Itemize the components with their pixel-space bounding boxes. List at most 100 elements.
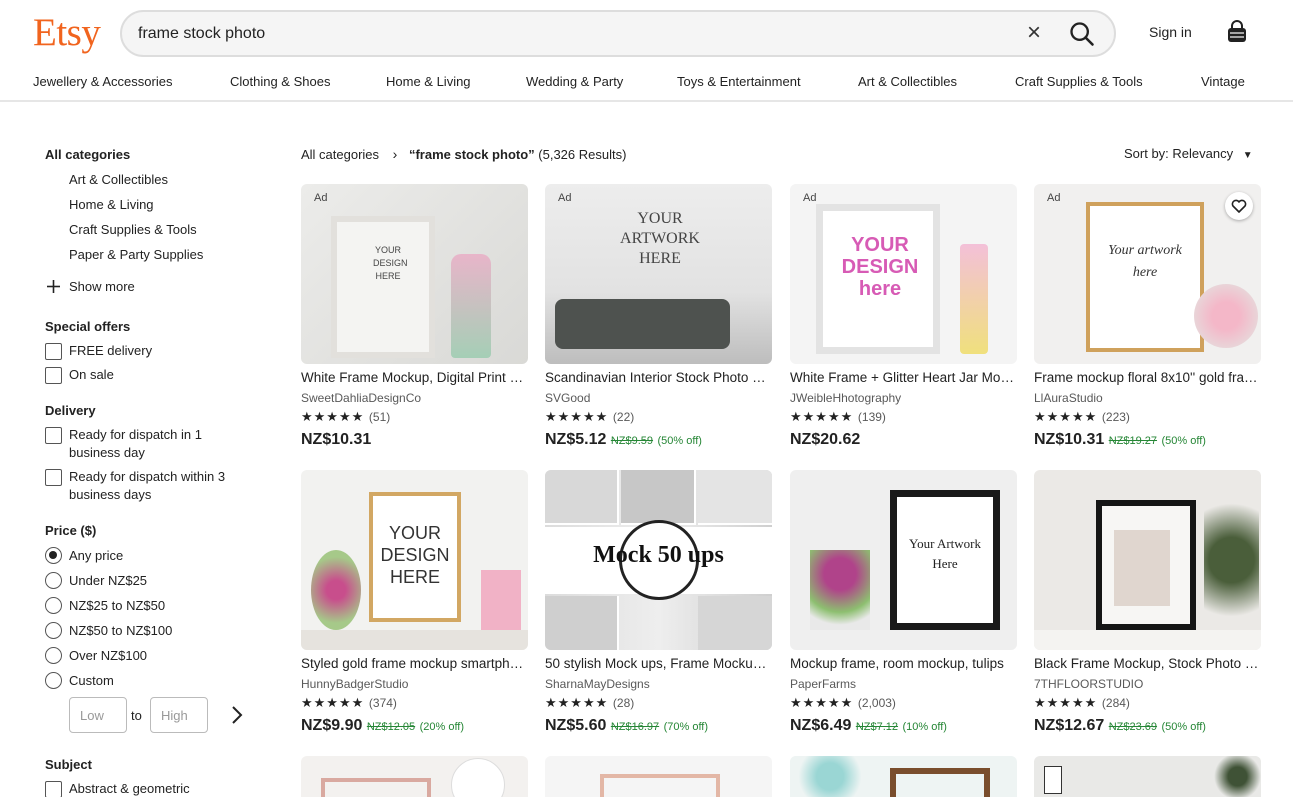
nav-home-living[interactable]: Home & Living [386, 74, 471, 89]
listing-title[interactable]: Styled gold frame mockup smartphone [301, 656, 528, 671]
dispatch-3-days-label: Ready for dispatch within 3 business day… [69, 469, 226, 502]
stars: ★★★★★ [545, 409, 609, 424]
listing-title[interactable]: Black Frame Mockup, Stock Photo Styled [1034, 656, 1261, 671]
listing-title[interactable]: White Frame + Glitter Heart Jar Mockup [790, 370, 1017, 385]
shop-name[interactable]: SweetDahliaDesignCo [301, 391, 421, 405]
original-price: NZ$7.12 [855, 721, 899, 733]
listing-title[interactable]: 50 stylish Mock ups, Frame Mockup Bundle [545, 656, 772, 671]
listing-image[interactable] [790, 756, 1017, 797]
nav-jewellery[interactable]: Jewellery & Accessories [33, 74, 172, 89]
stars: ★★★★★ [1034, 409, 1098, 424]
listing-price: NZ$20.62 [790, 431, 860, 449]
price-value: NZ$5.12 [545, 431, 607, 448]
over-100-radio[interactable] [45, 647, 62, 664]
header: Etsy × Sign in [0, 0, 1293, 68]
on-sale-checkbox[interactable] [45, 367, 62, 384]
nav-clothing[interactable]: Clothing & Shoes [230, 74, 330, 89]
category-art[interactable]: Art & Collectibles [69, 172, 168, 187]
dispatch-3-days-checkbox[interactable] [45, 469, 62, 486]
price-value: NZ$6.49 [790, 717, 852, 734]
category-craft[interactable]: Craft Supplies & Tools [69, 222, 197, 237]
shop-name[interactable]: HunnyBadgerStudio [301, 677, 408, 691]
shop-name[interactable]: SVGood [545, 391, 590, 405]
50-to-100-radio[interactable] [45, 622, 62, 639]
price-heading: Price ($) [45, 523, 97, 538]
nav-wedding[interactable]: Wedding & Party [526, 74, 623, 89]
search-input[interactable] [138, 24, 998, 44]
sort-label: Sort by: Relevancy [1124, 146, 1234, 161]
listing-image[interactable]: YOUR DESIGN here Ad [790, 184, 1017, 364]
listing-image[interactable]: Your artwork here Ad [1034, 184, 1261, 364]
thumb-caption: Your Artwork Here [909, 536, 981, 571]
listing-image[interactable] [1034, 756, 1261, 797]
shop-name[interactable]: PaperFarms [790, 677, 856, 691]
custom-price-radio[interactable] [45, 672, 62, 689]
price-high-input[interactable] [150, 697, 208, 733]
listing-price: NZ$10.31 NZ$19.27 (50% off) [1034, 431, 1206, 449]
under-25-radio[interactable] [45, 572, 62, 589]
listing-title[interactable]: Mockup frame, room mockup, tulips [790, 656, 1017, 671]
nav-art[interactable]: Art & Collectibles [858, 74, 957, 89]
star-rating: ★★★★★ (374) [301, 695, 397, 711]
thumb-caption: Mock 50 ups [593, 542, 724, 568]
listing-image[interactable]: Your Artwork Here [790, 470, 1017, 650]
etsy-logo[interactable]: Etsy [33, 12, 101, 54]
listing-image[interactable]: YOUR DESIGN HERE [301, 470, 528, 650]
free-delivery-checkbox[interactable] [45, 343, 62, 360]
category-home[interactable]: Home & Living [69, 197, 154, 212]
sort-dropdown[interactable]: Sort by: Relevancy ▼ [1124, 146, 1253, 161]
listing-price: NZ$5.12 NZ$9.59 (50% off) [545, 431, 702, 449]
discount: (50% off) [1161, 435, 1206, 447]
listing-image[interactable]: Mock 50 ups [545, 470, 772, 650]
show-more-link[interactable]: Show more [69, 279, 135, 294]
listing-title[interactable]: Scandinavian Interior Stock Photo Mockup [545, 370, 772, 385]
on-sale-label: On sale [69, 367, 114, 382]
chevron-right-icon[interactable] [228, 705, 246, 725]
25-to-50-radio[interactable] [45, 597, 62, 614]
listing-price: NZ$6.49 NZ$7.12 (10% off) [790, 717, 947, 735]
caret-down-icon: ▼ [1242, 150, 1253, 161]
price-value: NZ$20.62 [790, 431, 861, 448]
shop-name[interactable]: 7THFLOORSTUDIO [1034, 677, 1143, 691]
any-price-radio[interactable] [45, 547, 62, 564]
dispatch-1-day-checkbox[interactable] [45, 427, 62, 444]
ad-badge: Ad [1047, 192, 1061, 204]
search-icon[interactable] [1068, 20, 1096, 48]
shop-name[interactable]: SharnaMayDesigns [545, 677, 650, 691]
discount: (70% off) [663, 721, 709, 733]
abstract-label: Abstract & geometric [69, 781, 190, 796]
all-categories-heading[interactable]: All categories [45, 147, 130, 162]
stars: ★★★★★ [301, 409, 365, 424]
listing-image[interactable] [545, 756, 772, 797]
listing-title[interactable]: White Frame Mockup, Digital Print Frame,… [301, 370, 528, 385]
shop-name[interactable]: JWeibleHhotography [790, 391, 901, 405]
star-rating: ★★★★★ (51) [301, 409, 390, 425]
star-rating: ★★★★★ (28) [545, 695, 634, 711]
breadcrumb-root[interactable]: All categories [301, 147, 379, 162]
breadcrumb-query: “frame stock photo” [408, 147, 535, 162]
abstract-checkbox[interactable] [45, 781, 62, 797]
listing-image[interactable] [301, 756, 528, 797]
listing-image[interactable]: YOUR ARTWORK HERE Ad [545, 184, 772, 364]
ad-badge: Ad [803, 192, 817, 204]
price-value: NZ$5.60 [545, 717, 607, 734]
listing-image[interactable]: YOUR DESIGN HERE Ad [301, 184, 528, 364]
nav-craft[interactable]: Craft Supplies & Tools [1015, 74, 1143, 89]
clear-search-icon[interactable]: × [1022, 21, 1046, 46]
nav-toys[interactable]: Toys & Entertainment [677, 74, 801, 89]
stars: ★★★★★ [301, 695, 365, 710]
price-low-input[interactable] [69, 697, 127, 733]
nav-vintage[interactable]: Vintage [1201, 74, 1245, 89]
cart-icon[interactable] [1225, 20, 1249, 44]
discount: (10% off) [902, 721, 947, 733]
listing-title[interactable]: Frame mockup floral 8x10'' gold frame [1034, 370, 1261, 385]
discount: (20% off) [419, 721, 465, 733]
sign-in-link[interactable]: Sign in [1149, 24, 1192, 40]
shop-name[interactable]: LlAuraStudio [1034, 391, 1103, 405]
25-to-50-label: NZ$25 to NZ$50 [69, 598, 166, 613]
heart-icon[interactable] [1225, 192, 1253, 220]
listing-image[interactable] [1034, 470, 1261, 650]
category-paper[interactable]: Paper & Party Supplies [69, 247, 203, 262]
free-delivery-label: FREE delivery [69, 343, 153, 358]
price-value: NZ$9.90 [301, 717, 363, 734]
